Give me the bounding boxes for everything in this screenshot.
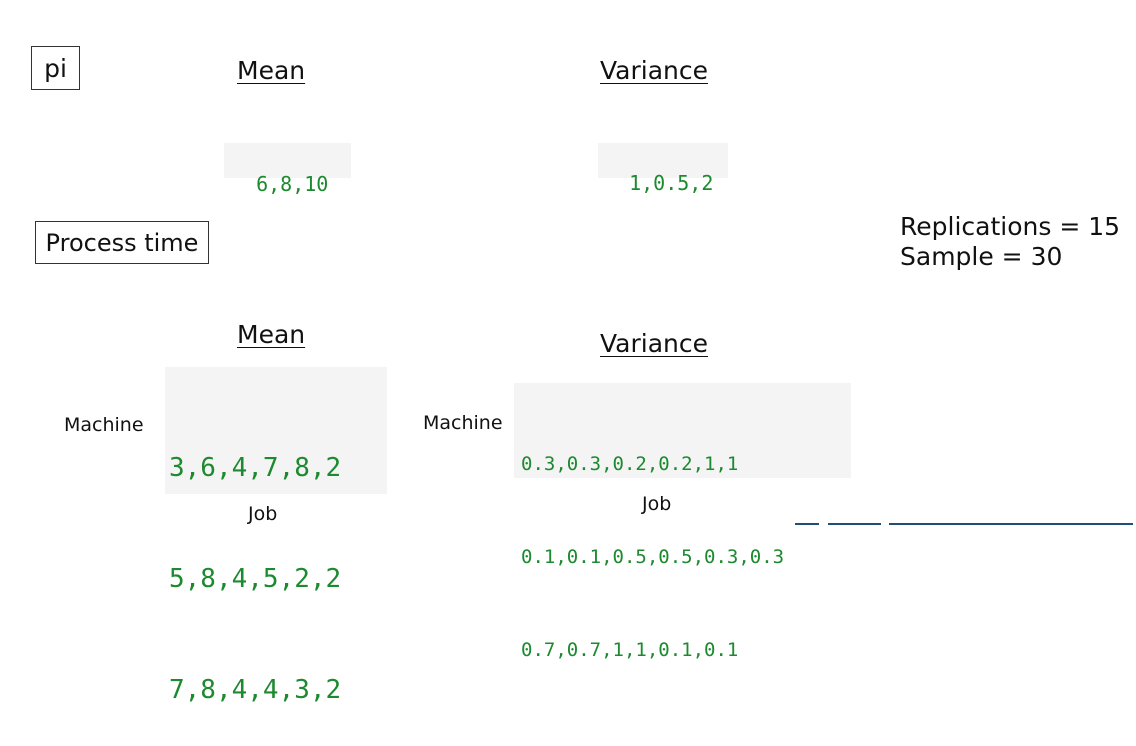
process-time-label-box: Process time bbox=[35, 221, 209, 264]
process-variance-row: 0.3,0.3,0.2,0.2,1,1 bbox=[521, 453, 739, 475]
pi-variance-heading: Variance bbox=[600, 56, 708, 85]
process-mean-row: 7,8,4,4,3,2 bbox=[169, 675, 342, 705]
process-variance-matrix: 0.3,0.3,0.2,0.2,1,1 0.1,0.1,0.5,0.5,0.3,… bbox=[514, 383, 851, 661]
pi-variance-text: 1,0.5,2 bbox=[629, 171, 714, 195]
pi-variance-values: 1,0.5,2 bbox=[598, 143, 728, 195]
process-mean-row: 3,6,4,7,8,2 bbox=[169, 453, 342, 483]
process-variance-row: 0.7,0.7,1,1,0.1,0.1 bbox=[521, 639, 739, 661]
process-mean-heading: Mean bbox=[237, 320, 306, 349]
footer-rule-long bbox=[889, 523, 1133, 525]
pi-mean-heading: Mean bbox=[237, 56, 306, 85]
footer-rule-mid bbox=[828, 523, 881, 525]
process-variance-row-label: Machine bbox=[423, 412, 503, 434]
process-variance-col-label: Job bbox=[642, 493, 672, 515]
simulation-stats: Replications = 15 Sample = 30 bbox=[900, 212, 1120, 272]
pi-mean-text: 6,8,10 bbox=[256, 172, 329, 196]
process-mean-col-label: Job bbox=[248, 503, 278, 525]
process-variance-heading: Variance bbox=[600, 329, 708, 358]
process-mean-row: 5,8,4,5,2,2 bbox=[169, 564, 342, 594]
pi-label-box: pi bbox=[31, 46, 80, 90]
sample-text: Sample = 30 bbox=[900, 242, 1063, 271]
process-mean-matrix: 3,6,4,7,8,2 5,8,4,5,2,2 7,8,4,4,3,2 bbox=[165, 367, 387, 705]
pi-mean-values: 6,8,10 bbox=[224, 143, 351, 196]
process-time-label: Process time bbox=[45, 228, 199, 257]
footer-rule-short bbox=[795, 523, 819, 525]
replications-text: Replications = 15 bbox=[900, 212, 1121, 241]
process-variance-row: 0.1,0.1,0.5,0.5,0.3,0.3 bbox=[521, 546, 785, 568]
process-mean-row-label: Machine bbox=[64, 414, 144, 436]
pi-label: pi bbox=[44, 53, 67, 83]
